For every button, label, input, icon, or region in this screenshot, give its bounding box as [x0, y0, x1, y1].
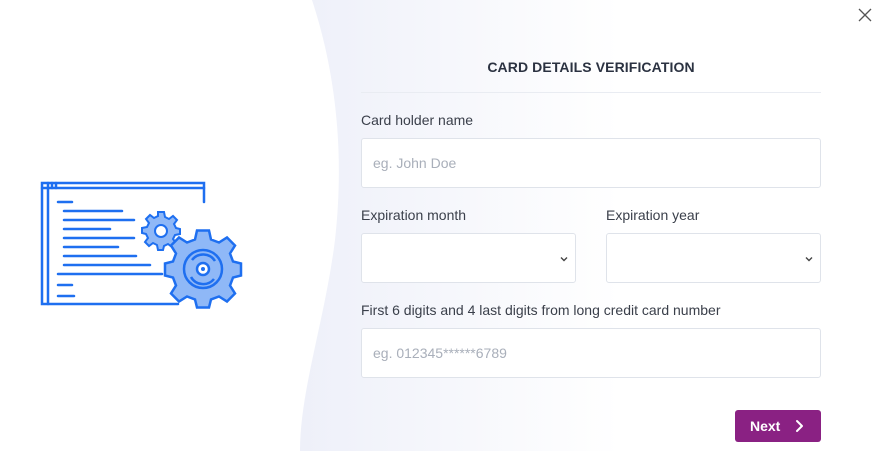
chevron-down-icon [560, 257, 568, 262]
code-window-with-gears-icon [40, 181, 243, 309]
close-icon[interactable] [856, 6, 874, 24]
chevron-right-icon [796, 420, 803, 432]
card-holder-input[interactable] [361, 138, 821, 188]
dialog-title: CARD DETAILS VERIFICATION [487, 59, 695, 75]
card-digits-input[interactable] [361, 328, 821, 378]
next-button[interactable]: Next [735, 410, 821, 442]
next-button-label: Next [750, 418, 781, 434]
chevron-down-icon [805, 257, 813, 262]
card-digits-label: First 6 digits and 4 last digits from lo… [361, 302, 721, 318]
expiration-month-select[interactable] [361, 233, 576, 283]
card-holder-label: Card holder name [361, 112, 474, 128]
expiration-year-label: Expiration year [606, 207, 700, 223]
title-divider [361, 92, 821, 93]
expiration-year-select[interactable] [606, 233, 821, 283]
expiration-month-label: Expiration month [361, 207, 467, 223]
